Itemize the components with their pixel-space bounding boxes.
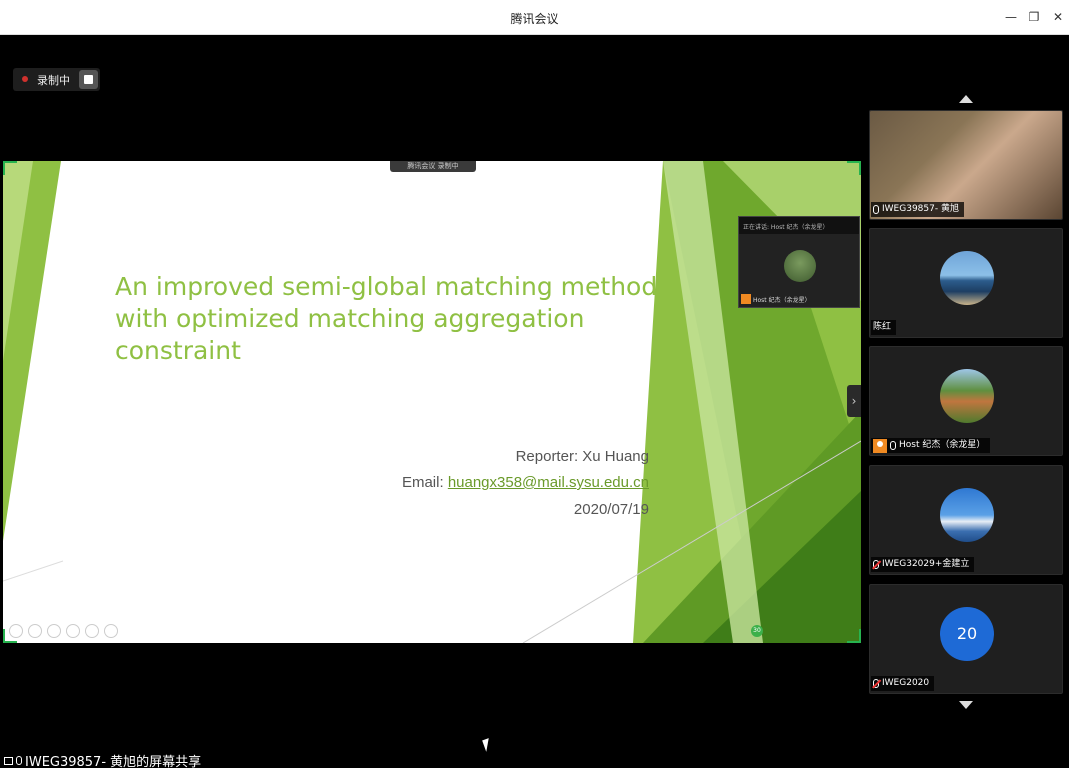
slide-page-badge: 30 (751, 625, 763, 637)
participant-name: IWEG2020 (882, 678, 930, 688)
participant-sidebar: IWEG39857- 黄旭 陈红 Host 纪杰（余龙星） IWEG32029+… (863, 36, 1069, 768)
window-title: 腾讯会议 (510, 12, 559, 26)
frame-corner (847, 629, 861, 643)
slides-grid-icon[interactable] (66, 624, 80, 638)
participant-name: Host 纪杰（余龙星） (899, 440, 986, 450)
host-icon (873, 438, 887, 453)
participant-tile[interactable]: Host 纪杰（余龙星） (869, 346, 1063, 456)
participant-tile[interactable]: IWEG32029+金建立 (869, 465, 1063, 575)
slide-title: An improved semi-global matching method … (115, 272, 658, 365)
minimize-icon[interactable]: — (1003, 9, 1019, 25)
screen-share-icon (4, 756, 13, 765)
recording-label: 录制中 (37, 74, 70, 87)
participant-name-tag: IWEG32029+金建立 (871, 557, 975, 572)
avatar (940, 488, 994, 542)
mini-tile-name: Host 纪杰（余龙星） (741, 294, 811, 304)
frame-corner (847, 161, 861, 175)
share-indicator: 腾讯会议 录制中 (390, 161, 476, 172)
host-icon (741, 294, 751, 304)
zoom-icon[interactable] (85, 624, 99, 638)
shared-mini-video-tile: 正在讲话: Host 纪杰（余龙星） Host 纪杰（余龙星） (738, 216, 860, 308)
scroll-down-icon[interactable] (959, 701, 973, 709)
mouse-cursor-icon (482, 738, 493, 752)
prev-slide-icon[interactable] (9, 624, 23, 638)
shared-screen: 腾讯会议 录制中 An improved semi-global matchin… (3, 161, 861, 643)
participant-name-tag: IWEG39857- 黄旭 (871, 202, 964, 217)
screen-share-status: IWEG39857- 黄旭的屏幕共享 (4, 751, 201, 768)
avatar (940, 369, 994, 423)
next-slide-icon[interactable] (28, 624, 42, 638)
window-title-bar: 腾讯会议 — ❐ ✕ (0, 0, 1069, 35)
mini-tile-label: Host 纪杰（余龙星） (753, 296, 811, 304)
participant-name: IWEG32029+金建立 (882, 559, 970, 569)
stop-recording-button[interactable] (79, 70, 98, 89)
recording-badge: 录制中 (13, 68, 100, 91)
participant-name: 陈红 (873, 322, 892, 332)
screen-share-label: IWEG39857- 黄旭的屏幕共享 (25, 755, 202, 768)
recording-dot-icon (22, 76, 28, 82)
pen-icon[interactable] (47, 624, 61, 638)
more-icon[interactable] (104, 624, 118, 638)
microphone-muted-icon (873, 679, 879, 688)
frame-corner (3, 161, 17, 175)
speaking-indicator: 正在讲话: Host 纪杰（余龙星） (739, 217, 859, 234)
slide-reporter: Reporter: Xu Huang (515, 448, 649, 465)
participant-name-tag: Host 纪杰（余龙星） (871, 438, 991, 453)
participant-name: IWEG39857- 黄旭 (882, 204, 959, 214)
slide-background (3, 161, 861, 643)
collapse-sidebar-button[interactable]: › (847, 385, 861, 417)
avatar: 20 (940, 607, 994, 661)
participant-tile[interactable]: 陈红 (869, 228, 1063, 338)
scroll-up-icon[interactable] (959, 95, 973, 103)
microphone-icon (873, 205, 879, 214)
avatar (940, 251, 994, 305)
microphone-icon (890, 441, 896, 450)
email-label: Email: (401, 474, 448, 491)
slide-toolbar (9, 624, 118, 638)
email-link[interactable]: huangx358@mail.sysu.edu.cn (448, 474, 649, 491)
microphone-muted-icon (873, 560, 879, 569)
mini-avatar (784, 250, 816, 282)
slide-email-row: Email: huangx358@mail.sysu.edu.cn (402, 474, 649, 491)
participant-name-tag: IWEG2020 (871, 676, 935, 691)
close-icon[interactable]: ✕ (1050, 9, 1066, 25)
participant-tile[interactable]: 20 IWEG2020 (869, 584, 1063, 694)
restore-icon[interactable]: ❐ (1026, 9, 1042, 25)
participant-name-tag: 陈红 (871, 320, 897, 335)
participant-tile[interactable]: IWEG39857- 黄旭 (869, 110, 1063, 220)
microphone-icon (16, 756, 22, 765)
slide-date: 2020/07/19 (573, 501, 649, 518)
